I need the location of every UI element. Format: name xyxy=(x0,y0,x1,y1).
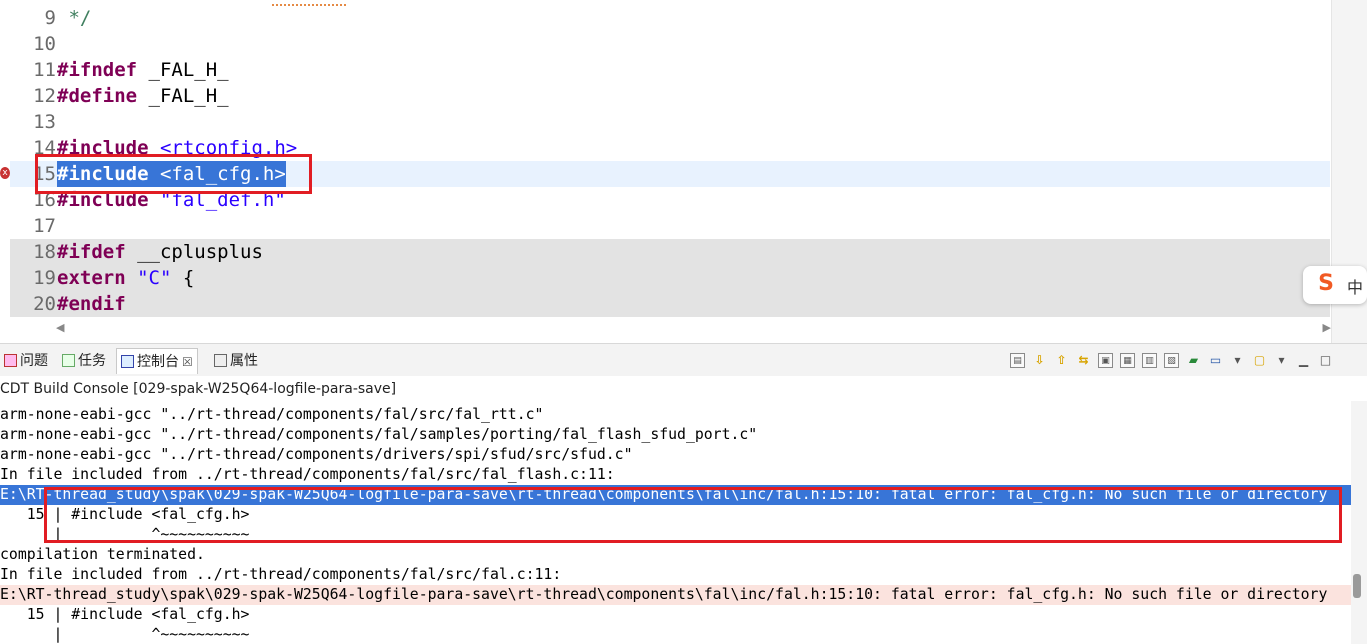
lock-icon[interactable]: ▦ xyxy=(1120,352,1135,368)
scroll-lock-up-icon[interactable]: ⇧ xyxy=(1054,353,1069,368)
scroll-lock-down-icon[interactable]: ⇩ xyxy=(1032,353,1047,368)
editor-line[interactable]: 20 #endif xyxy=(10,291,1330,317)
code-token: extern xyxy=(57,267,126,289)
console-line[interactable]: In file included from ../rt-thread/compo… xyxy=(0,465,1351,485)
console-line[interactable]: arm-none-eabi-gcc "../rt-thread/componen… xyxy=(0,405,1351,425)
tab-properties[interactable]: 属性 xyxy=(210,348,262,374)
pin-icon[interactable]: ▥ xyxy=(1142,352,1157,368)
minimize-icon[interactable]: ▁ xyxy=(1296,353,1311,368)
console-icon xyxy=(121,355,134,368)
console-line[interactable]: compilation terminated. xyxy=(0,545,1351,565)
scroll-right-icon[interactable]: ▶ xyxy=(1323,321,1331,334)
editor-line[interactable]: 19 extern "C" { xyxy=(10,265,1330,291)
line-number: 12 xyxy=(33,85,56,107)
word-wrap-icon[interactable]: ⇆ xyxy=(1076,353,1091,368)
editor-line[interactable]: 18 #ifdef __cplusplus xyxy=(10,239,1330,265)
console-output[interactable]: arm-none-eabi-gcc "../rt-thread/componen… xyxy=(0,401,1351,644)
display-console-icon[interactable]: ▭ xyxy=(1208,353,1223,368)
code-text: #define _FAL_H_ xyxy=(57,83,229,109)
line-number: 19 xyxy=(33,267,56,289)
code-token: */ xyxy=(57,7,92,29)
open-console-icon[interactable]: ▰ xyxy=(1186,353,1201,368)
copy-icon[interactable]: ▣ xyxy=(1098,352,1113,368)
problems-icon xyxy=(4,354,17,367)
editor-line[interactable]: 9 */ xyxy=(10,5,1330,31)
tasks-icon xyxy=(62,354,75,367)
console-title: CDT Build Console [029-spak-W25Q64-logfi… xyxy=(0,377,1367,401)
ime-floating-toolbar[interactable]: S 中 xyxy=(1303,266,1367,304)
line-number: 11 xyxy=(33,59,56,81)
properties-icon xyxy=(214,354,227,367)
scrollbar-thumb[interactable] xyxy=(1353,574,1361,598)
clear-console-icon[interactable]: ▤ xyxy=(1010,352,1025,368)
tab-console[interactable]: 控制台 ☒ xyxy=(116,348,198,374)
console-toolbar: ▤ ⇩ ⇧ ⇆ ▣ ▦ ▥ ▧ ▰ ▭ ▾ ▢ ▾ ▁ □ xyxy=(1010,352,1340,370)
line-number: 9 xyxy=(44,7,56,29)
error-marker-icon[interactable]: x xyxy=(0,167,10,179)
new-console-icon[interactable]: ▢ xyxy=(1252,353,1267,368)
save-log-icon[interactable]: ▧ xyxy=(1164,352,1179,368)
console-vertical-scrollbar[interactable] xyxy=(1351,401,1367,644)
console-line[interactable]: arm-none-eabi-gcc "../rt-thread/componen… xyxy=(0,425,1351,445)
console-line[interactable]: 15 | #include <fal_cfg.h> xyxy=(0,605,1351,625)
highlight-box-include xyxy=(35,154,312,194)
code-text: #endif xyxy=(57,291,126,317)
console-line[interactable]: In file included from ../rt-thread/compo… xyxy=(0,565,1351,585)
code-text: */ xyxy=(57,5,91,31)
code-token: #ifdef xyxy=(57,241,126,263)
ide-window: 9 */10 11 #ifndef _FAL_H_ 12 #define _FAL_H_… xyxy=(0,0,1367,644)
line-number: 13 xyxy=(33,111,56,133)
code-token: { xyxy=(171,267,195,289)
tab-tasks[interactable]: 任务 xyxy=(58,348,110,374)
sogou-logo-icon[interactable]: S xyxy=(1313,271,1339,297)
tab-label: 问题 xyxy=(20,353,48,369)
code-text: extern "C" { xyxy=(57,265,194,291)
editor-line[interactable]: 17 xyxy=(10,213,1330,239)
dropdown-icon[interactable]: ▾ xyxy=(1274,353,1289,368)
code-token: _FAL_H_ xyxy=(137,59,229,81)
scroll-left-icon[interactable]: ◀ xyxy=(56,321,64,334)
line-number: 20 xyxy=(33,293,56,315)
dropdown-icon[interactable]: ▾ xyxy=(1230,353,1245,368)
console-line[interactable]: | ^~~~~~~~~~~ xyxy=(0,625,1351,644)
maximize-icon[interactable]: □ xyxy=(1318,353,1333,368)
code-token: #ifndef xyxy=(57,59,138,81)
editor-line[interactable]: 10 xyxy=(10,31,1330,57)
highlight-box-error xyxy=(44,487,1342,543)
close-icon[interactable]: ☒ xyxy=(182,355,193,369)
ime-language-label[interactable]: 中 xyxy=(1347,274,1363,298)
code-text: #ifdef __cplusplus xyxy=(57,239,263,265)
panel-tab-bar: 问题 任务 控制台 ☒ 属性 ▤ ⇩ ⇧ ⇆ ▣ ▦ ▥ ▧ ▰ ▭ ▾ ▢ ▾ ▁ □ xyxy=(0,343,1367,376)
editor-horizontal-scrollbar[interactable]: ◀ ▶ xyxy=(56,320,1331,336)
tab-problems[interactable]: 问题 xyxy=(0,348,52,374)
code-token: __cplusplus xyxy=(125,241,263,263)
console-line[interactable]: E:\RT-thread_study\spak\029-spak-W25Q64-… xyxy=(0,585,1351,605)
tab-label: 属性 xyxy=(230,353,258,369)
tab-label: 任务 xyxy=(78,353,106,369)
code-text: #ifndef _FAL_H_ xyxy=(57,57,229,83)
console-line[interactable]: arm-none-eabi-gcc "../rt-thread/componen… xyxy=(0,445,1351,465)
line-number: 17 xyxy=(33,215,56,237)
code-token: _FAL_H_ xyxy=(137,85,229,107)
editor-line[interactable]: 12 #define _FAL_H_ xyxy=(10,83,1330,109)
code-token: #define xyxy=(57,85,138,107)
editor-line[interactable]: 13 xyxy=(10,109,1330,135)
code-token: #endif xyxy=(57,293,126,315)
line-number: 10 xyxy=(33,33,56,55)
line-number: 18 xyxy=(33,241,56,263)
tab-label: 控制台 xyxy=(137,354,179,370)
editor-line[interactable]: 11 #ifndef _FAL_H_ xyxy=(10,57,1330,83)
code-editor[interactable]: 9 */10 11 #ifndef _FAL_H_ 12 #define _FAL_H_… xyxy=(0,0,1367,343)
code-token: "C" xyxy=(137,267,172,289)
